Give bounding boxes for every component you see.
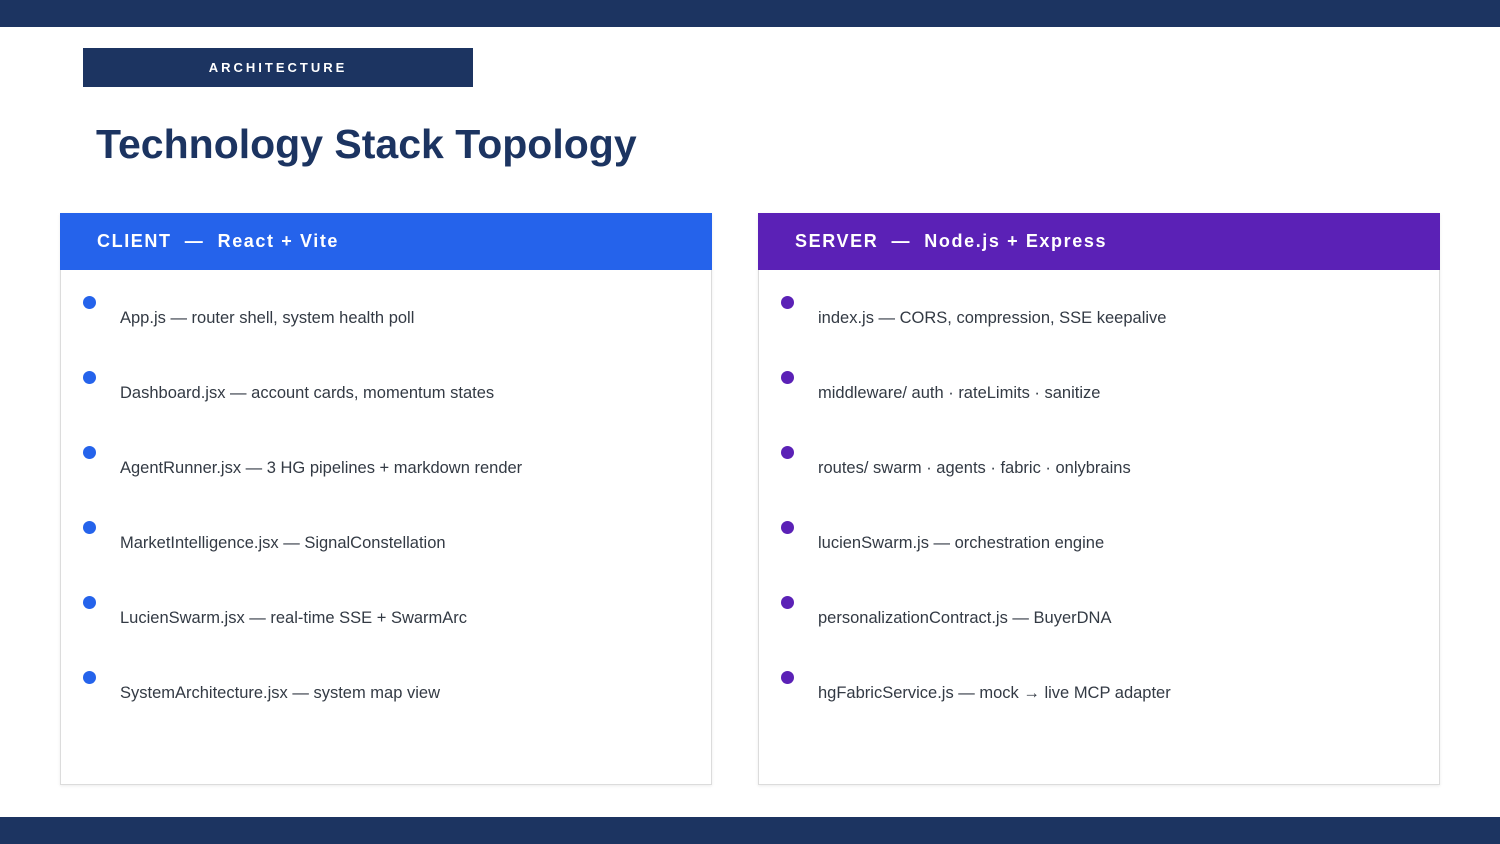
bullet-dot-icon bbox=[83, 521, 96, 534]
list-item-text: AgentRunner.jsx — 3 HG pipelines + markd… bbox=[120, 459, 523, 477]
list-item-text: middleware/ auth · rateLimits · sanitize bbox=[818, 384, 1101, 402]
list-item-text: SystemArchitecture.jsx — system map view bbox=[120, 684, 440, 702]
page-title: Technology Stack Topology bbox=[96, 121, 637, 167]
server-item-list: index.js — CORS, compression, SSE keepal… bbox=[759, 270, 1439, 720]
bullet-dot-icon bbox=[781, 296, 794, 309]
bottom-accent-bar bbox=[0, 817, 1500, 844]
list-item: LucienSwarm.jsx — real-time SSE + SwarmA… bbox=[61, 570, 711, 645]
top-accent-bar bbox=[0, 0, 1500, 27]
bullet-dot-icon bbox=[781, 521, 794, 534]
list-item: lucienSwarm.js — orchestration engine bbox=[759, 495, 1439, 570]
list-item-text: App.js — router shell, system health pol… bbox=[120, 309, 415, 327]
server-panel-header: SERVER — Node.js + Express bbox=[758, 213, 1440, 270]
list-item: hgFabricService.js — mock → live MCP ada… bbox=[759, 645, 1439, 720]
list-item-text: index.js — CORS, compression, SSE keepal… bbox=[818, 309, 1167, 327]
list-item-text: LucienSwarm.jsx — real-time SSE + SwarmA… bbox=[120, 609, 468, 627]
list-item-text: lucienSwarm.js — orchestration engine bbox=[818, 534, 1105, 552]
bullet-dot-icon bbox=[83, 671, 96, 684]
bullet-dot-icon bbox=[781, 671, 794, 684]
server-panel: SERVER — Node.js + Express index.js — CO… bbox=[758, 213, 1440, 785]
bullet-dot-icon bbox=[83, 371, 96, 384]
bullet-dot-icon bbox=[781, 371, 794, 384]
list-item-text: hgFabricService.js — mock → live MCP ada… bbox=[818, 684, 1171, 702]
client-panel: CLIENT — React + Vite App.js — router sh… bbox=[60, 213, 712, 785]
bullet-dot-icon bbox=[83, 296, 96, 309]
list-item-text: personalizationContract.js — BuyerDNA bbox=[818, 609, 1112, 627]
list-item: personalizationContract.js — BuyerDNA bbox=[759, 570, 1439, 645]
bullet-dot-icon bbox=[781, 446, 794, 459]
list-item: MarketIntelligence.jsx — SignalConstella… bbox=[61, 495, 711, 570]
list-item: App.js — router shell, system health pol… bbox=[61, 270, 711, 345]
list-item: index.js — CORS, compression, SSE keepal… bbox=[759, 270, 1439, 345]
bullet-dot-icon bbox=[83, 446, 96, 459]
client-item-list: App.js — router shell, system health pol… bbox=[61, 270, 711, 720]
list-item: Dashboard.jsx — account cards, momentum … bbox=[61, 345, 711, 420]
client-panel-header: CLIENT — React + Vite bbox=[60, 213, 712, 270]
list-item: routes/ swarm · agents · fabric · onlybr… bbox=[759, 420, 1439, 495]
list-item: SystemArchitecture.jsx — system map view bbox=[61, 645, 711, 720]
section-tag: ARCHITECTURE bbox=[83, 48, 473, 87]
list-item: AgentRunner.jsx — 3 HG pipelines + markd… bbox=[61, 420, 711, 495]
list-item: middleware/ auth · rateLimits · sanitize bbox=[759, 345, 1439, 420]
bullet-dot-icon bbox=[83, 596, 96, 609]
list-item-text: routes/ swarm · agents · fabric · onlybr… bbox=[818, 459, 1131, 477]
list-item-text: MarketIntelligence.jsx — SignalConstella… bbox=[120, 534, 446, 552]
bullet-dot-icon bbox=[781, 596, 794, 609]
section-tag-label: ARCHITECTURE bbox=[208, 60, 348, 75]
list-item-text: Dashboard.jsx — account cards, momentum … bbox=[120, 384, 495, 402]
